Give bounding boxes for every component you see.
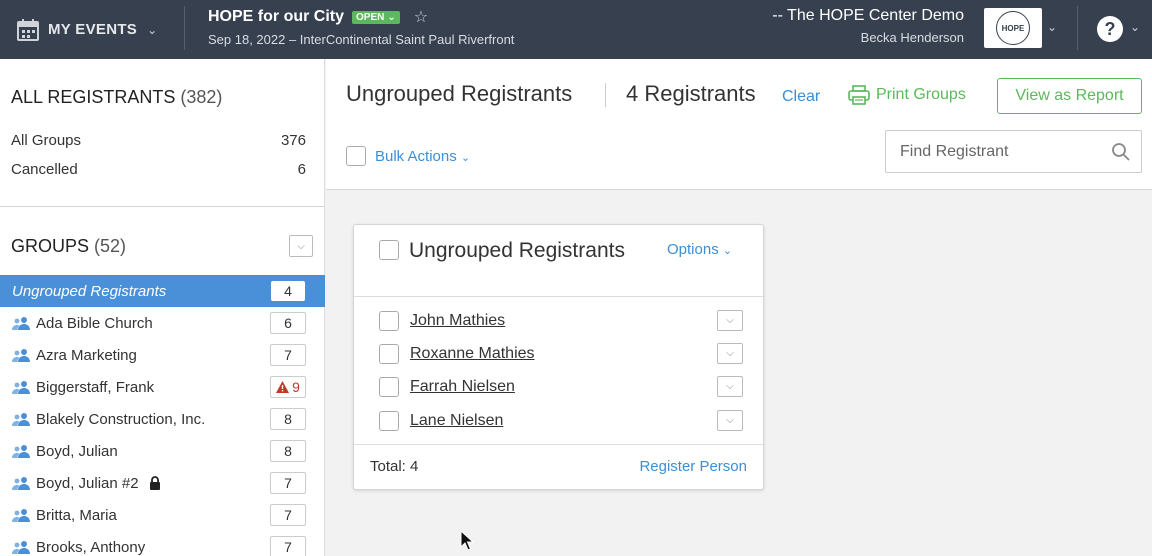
registrant-menu-button[interactable]: ⌵ <box>717 376 743 397</box>
group-item[interactable]: Boyd, Julian 8 <box>0 435 325 467</box>
all-registrants-heading[interactable]: ALL REGISTRANTS (382) <box>11 87 222 108</box>
divider <box>184 6 185 50</box>
event-status-badge[interactable]: OPEN ⌄ <box>352 10 400 24</box>
group-icon <box>12 445 30 458</box>
group-item[interactable]: Britta, Maria 7 <box>0 499 325 531</box>
group-select-checkbox[interactable] <box>379 240 399 260</box>
group-card: Ungrouped Registrants Options ⌄ John Mat… <box>353 224 764 490</box>
my-events-label: MY EVENTS <box>48 21 138 38</box>
user-name: Becka Henderson <box>860 30 964 45</box>
event-info: HOPE for our City OPEN ⌄ ☆ Sep 18, 2022 … <box>208 7 514 47</box>
registrant-checkbox[interactable] <box>379 377 399 397</box>
groups-heading: GROUPS (52) <box>11 236 127 256</box>
group-item[interactable]: Ada Bible Church 6 <box>0 307 325 339</box>
search-placeholder: Find Registrant <box>900 143 1009 160</box>
group-count-badge: 7 <box>270 344 306 366</box>
search-input[interactable]: Find Registrant <box>885 130 1142 173</box>
divider <box>354 444 763 445</box>
chevron-down-icon: ⌄ <box>460 152 471 164</box>
groups-collapse-button[interactable]: ⌵ <box>289 235 313 257</box>
chevron-down-icon: ⌵ <box>297 240 305 252</box>
group-item-ungrouped[interactable]: Ungrouped Registrants 4 <box>0 275 325 307</box>
register-person-link[interactable]: Register Person <box>639 458 747 475</box>
chevron-down-icon: ⌵ <box>726 415 734 426</box>
divider <box>1077 6 1078 50</box>
registrant-menu-button[interactable]: ⌵ <box>717 343 743 364</box>
main-header: Ungrouped Registrants 4 Registrants Clea… <box>326 59 1152 190</box>
view-as-report-button[interactable]: View as Report <box>997 78 1142 114</box>
registrant-link[interactable]: Farrah Nielsen <box>410 378 515 396</box>
divider <box>354 296 763 297</box>
group-count-badge: 8 <box>270 440 306 462</box>
group-count-badge: 9 <box>270 376 306 398</box>
group-icon <box>12 477 30 490</box>
options-menu[interactable]: Options ⌄ <box>667 241 732 258</box>
chevron-down-icon: ⌄ <box>387 11 396 23</box>
divider <box>0 206 325 207</box>
star-icon[interactable]: ☆ <box>414 7 428 27</box>
printer-icon <box>848 85 870 105</box>
registrant-checkbox[interactable] <box>379 411 399 431</box>
chevron-down-icon[interactable]: ⌄ <box>1047 20 1057 34</box>
event-status-label: OPEN <box>356 11 385 23</box>
group-count-badge: 7 <box>270 472 306 494</box>
group-count-badge: 4 <box>271 281 305 301</box>
divider <box>605 83 606 107</box>
group-count-badge: 7 <box>270 504 306 526</box>
mouse-cursor-icon <box>460 530 474 551</box>
group-item[interactable]: Blakely Construction, Inc. 8 <box>0 403 325 435</box>
group-item[interactable]: Brooks, Anthony 7 <box>0 531 325 556</box>
sidebar-item-cancelled[interactable]: Cancelled 6 <box>11 161 306 178</box>
help-icon[interactable]: ? <box>1097 16 1123 42</box>
group-count-badge: 8 <box>270 408 306 430</box>
chevron-down-icon[interactable]: ⌄ <box>1130 20 1140 34</box>
group-item[interactable]: Boyd, Julian #2 7 <box>0 467 325 499</box>
group-icon <box>12 381 30 394</box>
registrant-link[interactable]: Lane Nielsen <box>410 412 503 430</box>
chevron-down-icon: ⌄ <box>722 245 733 257</box>
org-logo[interactable]: HOPE <box>984 8 1042 48</box>
lock-icon <box>149 476 160 490</box>
card-title: Ungrouped Registrants <box>409 239 625 262</box>
sidebar: ALL REGISTRANTS (382) All Groups 376 Can… <box>0 59 325 556</box>
event-title[interactable]: HOPE for our City <box>208 8 344 26</box>
group-icon <box>12 541 30 554</box>
calendar-icon <box>17 18 39 41</box>
group-icon <box>12 413 30 426</box>
account-info[interactable]: -- The HOPE Center Demo Becka Henderson <box>772 7 964 45</box>
registrant-link[interactable]: John Mathies <box>410 312 505 330</box>
chevron-down-icon: ⌄ <box>147 22 158 37</box>
my-events-menu[interactable]: MY EVENTS ⌄ <box>16 0 157 59</box>
page-title: Ungrouped Registrants <box>346 81 573 106</box>
registrant-checkbox[interactable] <box>379 311 399 331</box>
registrant-menu-button[interactable]: ⌵ <box>717 410 743 431</box>
clear-link[interactable]: Clear <box>782 88 820 106</box>
group-icon <box>12 317 30 330</box>
sidebar-item-all-groups[interactable]: All Groups 376 <box>11 132 306 149</box>
search-icon[interactable] <box>1111 142 1131 162</box>
bulk-actions-menu[interactable]: Bulk Actions ⌄ <box>375 148 470 165</box>
print-groups-button[interactable]: Print Groups <box>848 85 966 105</box>
chevron-down-icon: ⌵ <box>726 348 734 359</box>
warning-icon <box>276 381 290 393</box>
card-total: Total: 4 <box>370 458 419 475</box>
group-item[interactable]: Biggerstaff, Frank 9 <box>0 371 325 403</box>
group-count-badge: 6 <box>270 312 306 334</box>
org-name: -- The HOPE Center Demo <box>772 7 964 24</box>
group-icon <box>12 509 30 522</box>
group-icon <box>12 349 30 362</box>
group-count-badge: 7 <box>270 536 306 556</box>
registrant-checkbox[interactable] <box>379 344 399 364</box>
registrant-link[interactable]: Roxanne Mathies <box>410 345 535 363</box>
top-bar: MY EVENTS ⌄ HOPE for our City OPEN ⌄ ☆ S… <box>0 0 1152 59</box>
group-item[interactable]: Azra Marketing 7 <box>0 339 325 371</box>
event-subtitle: Sep 18, 2022 – InterContinental Saint Pa… <box>208 32 515 47</box>
registrant-count: 4 Registrants <box>626 81 756 106</box>
hope-logo-icon: HOPE <box>996 11 1030 45</box>
chevron-down-icon: ⌵ <box>726 315 734 326</box>
select-all-checkbox[interactable] <box>346 146 366 166</box>
chevron-down-icon: ⌵ <box>726 381 734 392</box>
registrant-menu-button[interactable]: ⌵ <box>717 310 743 331</box>
